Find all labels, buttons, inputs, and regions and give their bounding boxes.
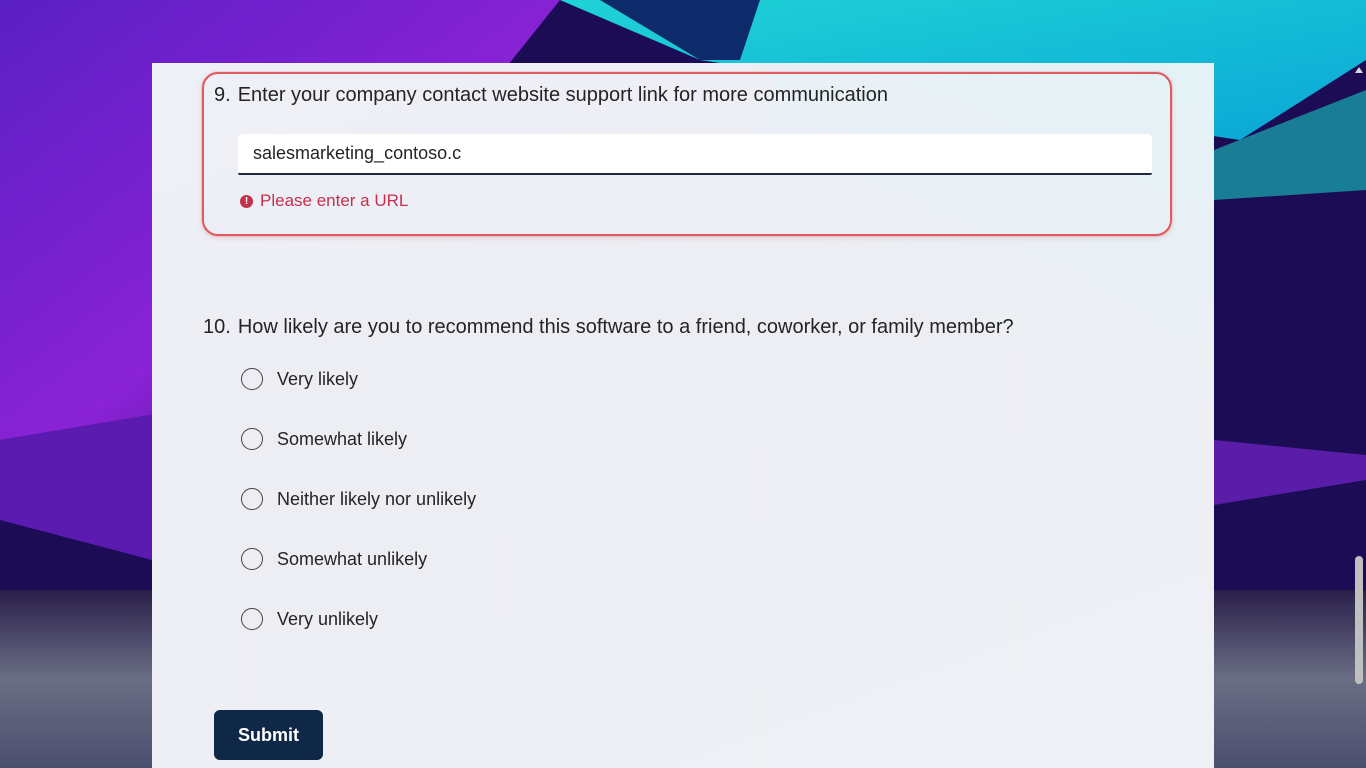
url-error-message: ! Please enter a URL	[240, 191, 408, 211]
radio-very-unlikely[interactable]	[241, 608, 263, 630]
url-error-text: Please enter a URL	[260, 191, 409, 210]
radio-very-likely[interactable]	[241, 368, 263, 390]
option-label: Very unlikely	[277, 608, 379, 629]
question-9-number: 9.	[214, 84, 231, 106]
question-9-title: 9. Enter your company contact website sup…	[214, 84, 888, 107]
option-somewhat-unlikely[interactable]: Somewhat unlikely	[241, 548, 427, 570]
scroll-up-arrow-icon[interactable]	[1355, 67, 1363, 73]
option-label: Neither likely nor unlikely	[277, 488, 477, 509]
submit-button[interactable]: Submit	[214, 710, 323, 760]
question-10-text: How likely are you to recommend this sof…	[237, 316, 1014, 338]
radio-somewhat-likely[interactable]	[241, 428, 263, 450]
browser-viewport: 9. Enter your company contact website sup…	[0, 0, 1366, 768]
scroll-thumb[interactable]	[1355, 556, 1363, 684]
option-label: Very likely	[277, 368, 359, 389]
option-very-likely[interactable]: Very likely	[241, 368, 358, 390]
question-10-title: 10. How likely are you to recommend this …	[203, 316, 1014, 339]
support-link-input[interactable]	[238, 134, 1152, 175]
error-circle-icon: !	[240, 194, 253, 208]
option-neither[interactable]: Neither likely nor unlikely	[241, 488, 476, 510]
radio-somewhat-unlikely[interactable]	[241, 548, 263, 570]
question-10-number: 10.	[203, 316, 231, 338]
option-label: Somewhat unlikely	[277, 548, 428, 569]
radio-neither[interactable]	[241, 488, 263, 510]
option-somewhat-likely[interactable]: Somewhat likely	[241, 428, 407, 450]
form-panel: 9. Enter your company contact website sup…	[152, 63, 1214, 768]
page-scrollbar[interactable]	[1352, 63, 1366, 768]
option-very-unlikely[interactable]: Very unlikely	[241, 608, 378, 630]
option-label: Somewhat likely	[277, 428, 408, 449]
question-9-text: Enter your company contact website suppo…	[237, 84, 888, 106]
